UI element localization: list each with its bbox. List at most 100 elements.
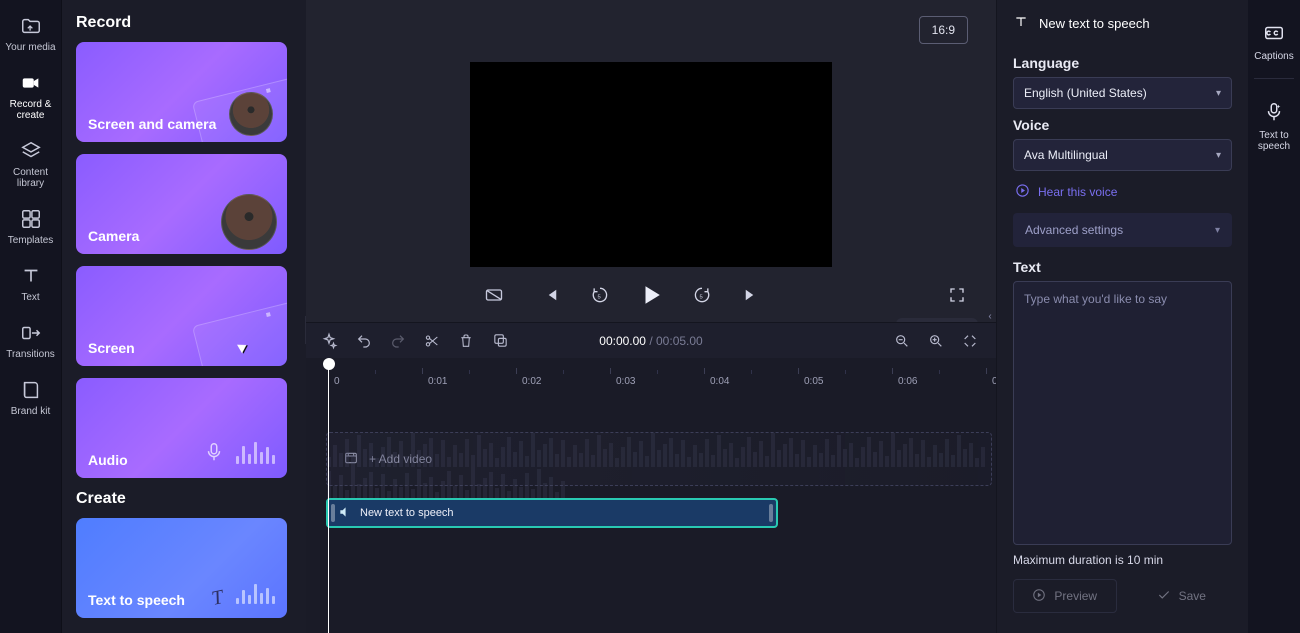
mini-label: Captions <box>1254 51 1293 62</box>
transitions-icon <box>19 321 43 345</box>
mic-icon <box>203 441 225 468</box>
center-area: ‹ 16:9 5 5 <box>306 0 996 633</box>
clip-handle-left[interactable] <box>331 504 335 522</box>
mini-tts[interactable]: Text to speech <box>1250 93 1298 158</box>
ruler-label: 0:03 <box>616 376 635 387</box>
ruler-label: 0:06 <box>898 376 917 387</box>
rail-transitions[interactable]: Transitions <box>2 313 60 366</box>
delete-button[interactable] <box>458 333 474 349</box>
panel-title-text: New text to speech <box>1039 16 1150 31</box>
rail-label: Templates <box>8 235 54 246</box>
playhead[interactable] <box>328 360 329 633</box>
layers-icon <box>19 139 43 163</box>
rail-content-library[interactable]: Content library <box>2 131 60 195</box>
preview-button[interactable]: Preview <box>1013 579 1117 613</box>
rail-label: Transitions <box>6 349 55 360</box>
speech-icon <box>338 505 352 522</box>
zoom-out-button[interactable] <box>894 333 910 349</box>
advanced-settings-toggle[interactable]: Advanced settings ▾ <box>1013 213 1232 247</box>
timeline-toolbar: 00:00.00 / 00:05.00 <box>306 322 996 358</box>
hide-controls-icon[interactable] <box>484 285 504 305</box>
card-label: Screen and camera <box>88 116 216 132</box>
panel-title: New text to speech <box>1013 14 1232 33</box>
play-circle-icon <box>1032 588 1046 605</box>
mic-sparkle-icon <box>1263 101 1285 126</box>
tts-clip-label: New text to speech <box>360 507 454 519</box>
record-sidebar: Record Screen and camera Camera Screen A… <box>62 0 306 633</box>
clip-handle-right[interactable] <box>769 504 773 522</box>
skip-start-button[interactable] <box>542 286 560 304</box>
zoom-in-button[interactable] <box>928 333 944 349</box>
window-icon <box>192 300 287 366</box>
voice-select[interactable]: Ava Multilingual ▾ <box>1013 139 1232 171</box>
card-text-to-speech[interactable]: T Text to speech <box>76 518 287 618</box>
book-icon <box>19 378 43 402</box>
playback-controls: 5 5 <box>306 274 996 316</box>
play-button[interactable] <box>640 284 662 306</box>
rail-text[interactable]: Text <box>2 256 60 309</box>
card-camera[interactable]: Camera <box>76 154 287 254</box>
auto-compose-icon[interactable] <box>320 332 338 350</box>
chevron-down-icon: ▾ <box>1216 88 1221 99</box>
rail-brand-kit[interactable]: Brand kit <box>2 370 60 423</box>
skip-end-button[interactable] <box>742 286 760 304</box>
right-mini-rail: Captions Text to speech <box>1248 0 1300 633</box>
video-track-placeholder[interactable]: + Add video <box>326 432 992 486</box>
right-panel: ‹ New text to speech Language English (U… <box>996 0 1248 633</box>
duplicate-button[interactable] <box>492 332 509 349</box>
language-label: Language <box>1013 55 1232 71</box>
card-audio[interactable]: Audio <box>76 378 287 478</box>
chevron-down-icon: ▾ <box>1216 150 1221 161</box>
save-button[interactable]: Save <box>1131 579 1233 613</box>
ruler-label: 0:02 <box>522 376 541 387</box>
max-duration-note: Maximum duration is 10 min <box>1013 553 1232 567</box>
avatar <box>229 92 273 136</box>
redo-button[interactable] <box>390 333 406 349</box>
sidebar-heading-record: Record <box>76 14 294 32</box>
tts-text-input[interactable] <box>1013 281 1232 545</box>
card-label: Screen <box>88 340 135 356</box>
svg-text:5: 5 <box>598 294 601 300</box>
timeline-ruler[interactable]: 00:010:020:030:040:050:060:07 <box>306 358 996 388</box>
rail-label: Your media <box>5 42 55 53</box>
save-label: Save <box>1179 589 1206 603</box>
separator <box>1254 78 1294 79</box>
fullscreen-button[interactable] <box>948 286 966 304</box>
text-icon <box>19 264 43 288</box>
grid-icon <box>19 207 43 231</box>
split-button[interactable] <box>424 333 440 349</box>
rail-your-media[interactable]: Your media <box>2 6 60 59</box>
mini-captions[interactable]: Captions <box>1250 14 1298 68</box>
text-icon <box>1013 14 1029 33</box>
card-label: Audio <box>88 452 128 468</box>
preview-zone: 16:9 5 5 <box>306 0 996 322</box>
voice-value: Ava Multilingual <box>1024 148 1108 162</box>
mini-label: Text to speech <box>1252 130 1296 152</box>
preview-label: Preview <box>1054 589 1097 603</box>
card-screen[interactable]: Screen <box>76 266 287 366</box>
hear-voice-link[interactable]: Hear this voice <box>1015 183 1230 201</box>
advanced-label: Advanced settings <box>1025 223 1123 237</box>
card-screen-camera[interactable]: Screen and camera <box>76 42 287 142</box>
language-value: English (United States) <box>1024 86 1147 100</box>
video-preview[interactable] <box>470 62 832 267</box>
zoom-fit-button[interactable] <box>962 333 978 349</box>
language-select[interactable]: English (United States) ▾ <box>1013 77 1232 109</box>
rail-label: Brand kit <box>11 406 50 417</box>
forward-5-button[interactable]: 5 <box>692 285 712 305</box>
voice-label: Voice <box>1013 117 1232 133</box>
play-circle-icon <box>1015 183 1030 201</box>
film-icon <box>343 450 359 469</box>
text-icon: T <box>210 586 226 611</box>
panel-prev-button[interactable]: ‹ <box>983 0 997 633</box>
tts-clip[interactable]: New text to speech <box>326 498 778 528</box>
rail-label: Text <box>21 292 39 303</box>
rewind-5-button[interactable]: 5 <box>590 285 610 305</box>
sidebar-heading-create: Create <box>76 490 294 508</box>
undo-button[interactable] <box>356 333 372 349</box>
aspect-ratio-button[interactable]: 16:9 <box>919 16 968 44</box>
rail-templates[interactable]: Templates <box>2 199 60 252</box>
rail-record-create[interactable]: Record & create <box>2 63 60 127</box>
check-icon <box>1157 588 1171 605</box>
timeline-tracks[interactable]: + Add video New text to speech <box>306 388 996 633</box>
